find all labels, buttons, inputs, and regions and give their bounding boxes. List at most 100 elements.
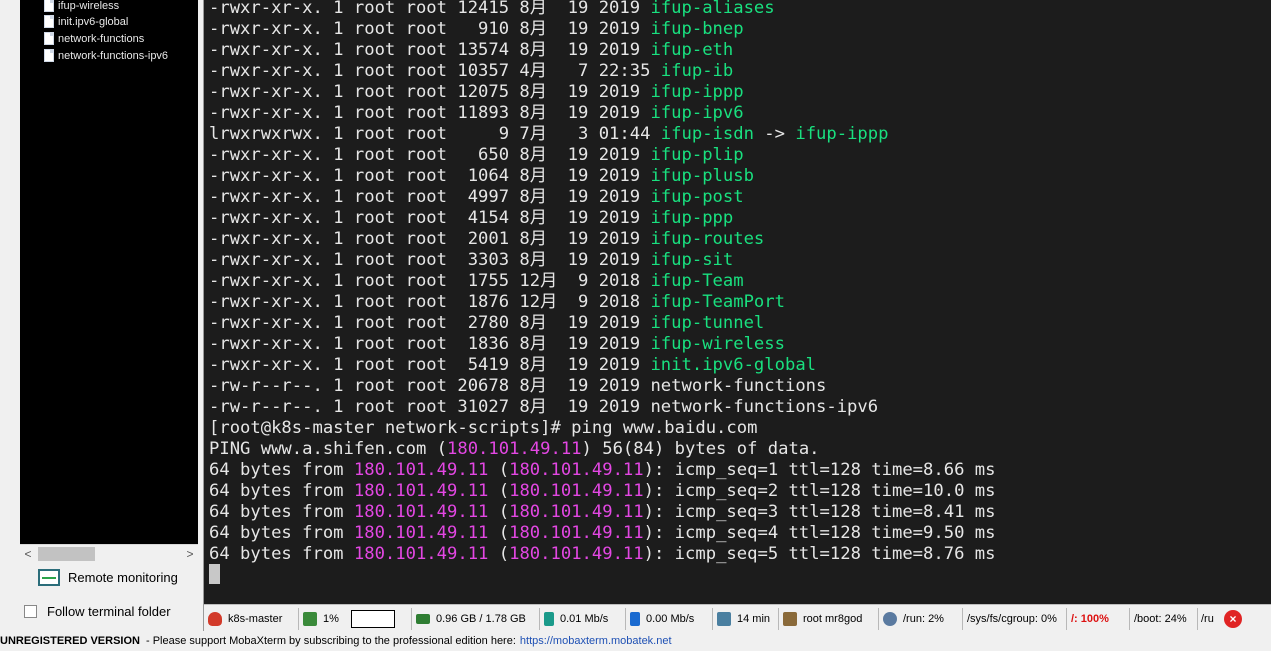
terminal-text: (	[488, 460, 510, 480]
terminal-text: ): icmp_seq=3 ttl=128 time=8.41 ms	[643, 502, 996, 522]
terminal-line: -rwxr-xr-x. 1 root root 1755 12月 9 2018 …	[209, 271, 995, 292]
terminal-text: -rwxr-xr-x. 1 root root 1836 8月 19 2019	[209, 334, 651, 354]
terminal-text: -rw-r--r--. 1 root root 31027 8月 19 2019…	[209, 397, 879, 417]
sidebar: ifup-wireless init.ipv6-global network-f…	[0, 0, 204, 631]
status-uptime[interactable]: 14 min	[713, 607, 779, 630]
terminal-text: 180.101.49.11	[447, 439, 582, 459]
remote-monitoring-button[interactable]: Remote monitoring	[38, 566, 178, 588]
terminal-text: 64 bytes from	[209, 544, 354, 564]
file-icon	[44, 15, 54, 28]
status-upload[interactable]: 0.01 Mb/s	[540, 607, 626, 630]
terminal-text: init.ipv6-global	[650, 355, 817, 375]
terminal-cursor	[209, 564, 220, 584]
terminal-text: (	[488, 502, 510, 522]
terminal-line: -rwxr-xr-x. 1 root root 910 8月 19 2019 i…	[209, 19, 995, 40]
terminal-text: (	[488, 544, 510, 564]
terminal-text: 180.101.49.11	[353, 502, 489, 522]
checkbox-icon[interactable]	[24, 604, 37, 618]
status-user[interactable]: root mr8god	[779, 607, 879, 630]
terminal-line: -rwxr-xr-x. 1 root root 1836 8月 19 2019 …	[209, 334, 995, 355]
terminal-text: -rwxr-xr-x. 1 root root 4154 8月 19 2019	[209, 208, 651, 228]
terminal-text: 64 bytes from	[209, 523, 354, 543]
terminal-text: ifup-ippp	[795, 124, 889, 144]
file-icon	[44, 32, 54, 45]
terminal-text: ifup-ppp	[650, 208, 734, 228]
status-disk-root[interactable]: /: 100%	[1067, 607, 1130, 630]
terminal-line: -rwxr-xr-x. 1 root root 1876 12月 9 2018 …	[209, 292, 995, 313]
terminal-line: -rwxr-xr-x. 1 root root 12415 8月 19 2019…	[209, 0, 995, 19]
terminal-text: ifup-ippp	[650, 82, 744, 102]
terminal-text: -rw-r--r--. 1 root root 20678 8月 19 2019…	[209, 376, 827, 396]
terminal-text: -rwxr-xr-x. 1 root root 650 8月 19 2019	[209, 145, 651, 165]
terminal-text: ): icmp_seq=5 ttl=128 time=8.76 ms	[643, 544, 996, 564]
status-disk-cgroup[interactable]: /sys/fs/cgroup: 0%	[963, 607, 1067, 630]
terminal-text: lrwxrwxrwx. 1 root root 9 7月 3 01:44	[209, 124, 661, 144]
terminal-line: -rwxr-xr-x. 1 root root 12075 8月 19 2019…	[209, 82, 995, 103]
status-download[interactable]: 0.00 Mb/s	[626, 607, 713, 630]
terminal-line: 64 bytes from 180.101.49.11 (180.101.49.…	[209, 460, 995, 481]
terminal-lines: -rwxr-xr-x. 1 root root 12415 8月 19 2019…	[209, 0, 995, 565]
terminal-text: 180.101.49.11	[509, 544, 644, 564]
cpu-graph	[350, 609, 395, 628]
terminal-text: 180.101.49.11	[509, 460, 644, 480]
status-cpu[interactable]: 1%	[299, 607, 412, 630]
scroll-right-button[interactable]: >	[182, 545, 198, 563]
terminal-line: 64 bytes from 180.101.49.11 (180.101.49.…	[209, 544, 995, 565]
follow-terminal-folder-checkbox[interactable]: Follow terminal folder	[24, 601, 171, 621]
terminal-text: (	[488, 481, 510, 501]
terminal-text: -rwxr-xr-x. 1 root root 4997 8月 19 2019	[209, 187, 651, 207]
terminal-text: PING www.a.shifen.com (	[209, 439, 447, 459]
tree-item[interactable]: network-functions-ipv6	[44, 47, 168, 64]
scroll-left-button[interactable]: <	[20, 545, 36, 563]
terminal-output[interactable]: -rwxr-xr-x. 1 root root 12415 8月 19 2019…	[204, 0, 1271, 604]
terminal-text: ifup-sit	[650, 250, 734, 270]
status-host[interactable]: k8s-master	[204, 607, 299, 630]
terminal-text: -rwxr-xr-x. 1 root root 5419 8月 19 2019	[209, 355, 651, 375]
status-disk-boot[interactable]: /boot: 24%	[1130, 607, 1198, 630]
terminal-text: 180.101.49.11	[353, 460, 489, 480]
terminal-text: ): icmp_seq=4 ttl=128 time=9.50 ms	[643, 523, 996, 543]
terminal-text: -rwxr-xr-x. 1 root root 13574 8月 19 2019	[209, 40, 651, 60]
mobaxterm-link[interactable]: https://mobaxterm.mobatek.net	[520, 635, 672, 647]
terminal-text: ifup-ib	[660, 61, 734, 81]
tree-item[interactable]: network-functions	[44, 30, 144, 47]
terminal-line: -rwxr-xr-x. 1 root root 3303 8月 19 2019 …	[209, 250, 995, 271]
terminal-text: (	[488, 523, 510, 543]
terminal-text: ifup-isdn	[660, 124, 754, 144]
terminal-line: -rw-r--r--. 1 root root 31027 8月 19 2019…	[209, 397, 995, 418]
status-memory[interactable]: 0.96 GB / 1.78 GB	[412, 607, 540, 630]
terminal-text: ifup-TeamPort	[650, 292, 785, 312]
user-icon	[783, 611, 797, 626]
tree-item[interactable]: ifup-wireless	[44, 0, 119, 14]
banner-label: UNREGISTERED VERSION	[0, 635, 140, 647]
terminal-text: ->	[753, 124, 796, 144]
terminal-text: -rwxr-xr-x. 1 root root 11893 8月 19 2019	[209, 103, 651, 123]
terminal-line: 64 bytes from 180.101.49.11 (180.101.49.…	[209, 502, 995, 523]
terminal-text: ) 56(84) bytes of data.	[581, 439, 820, 459]
status-disk-run[interactable]: /run: 2%	[879, 607, 963, 630]
terminal-line: -rwxr-xr-x. 1 root root 5419 8月 19 2019 …	[209, 355, 995, 376]
disk-icon	[883, 611, 897, 626]
file-icon	[44, 49, 54, 62]
file-icon	[44, 0, 54, 12]
terminal-text: ifup-routes	[650, 229, 765, 249]
terminal-text: [root@k8s-master network-scripts]# ping …	[209, 418, 758, 438]
terminal-text: -rwxr-xr-x. 1 root root 1755 12月 9 2018	[209, 271, 651, 291]
terminal-text: 64 bytes from	[209, 460, 354, 480]
terminal-line: -rwxr-xr-x. 1 root root 2001 8月 19 2019 …	[209, 229, 995, 250]
terminal-text: ifup-Team	[650, 271, 744, 291]
terminal-text: ifup-plusb	[650, 166, 754, 186]
banner-text: - Please support MobaXterm by subscribin…	[145, 635, 516, 647]
terminal-text: ): icmp_seq=1 ttl=128 time=8.66 ms	[643, 460, 996, 480]
horizontal-scrollbar[interactable]: < >	[20, 544, 198, 563]
status-disk-more[interactable]: /ru	[1198, 608, 1220, 630]
redhat-icon	[208, 611, 222, 626]
terminal-text: ifup-aliases	[650, 0, 775, 18]
close-icon[interactable]: ×	[1224, 609, 1242, 628]
scroll-thumb[interactable]	[38, 547, 95, 561]
terminal-text: ifup-ipv6	[650, 103, 744, 123]
terminal-text: -rwxr-xr-x. 1 root root 2001 8月 19 2019	[209, 229, 651, 249]
terminal-text: ifup-plip	[650, 145, 744, 165]
terminal-text: -rwxr-xr-x. 1 root root 910 8月 19 2019	[209, 19, 651, 39]
tree-item[interactable]: init.ipv6-global	[44, 13, 128, 30]
